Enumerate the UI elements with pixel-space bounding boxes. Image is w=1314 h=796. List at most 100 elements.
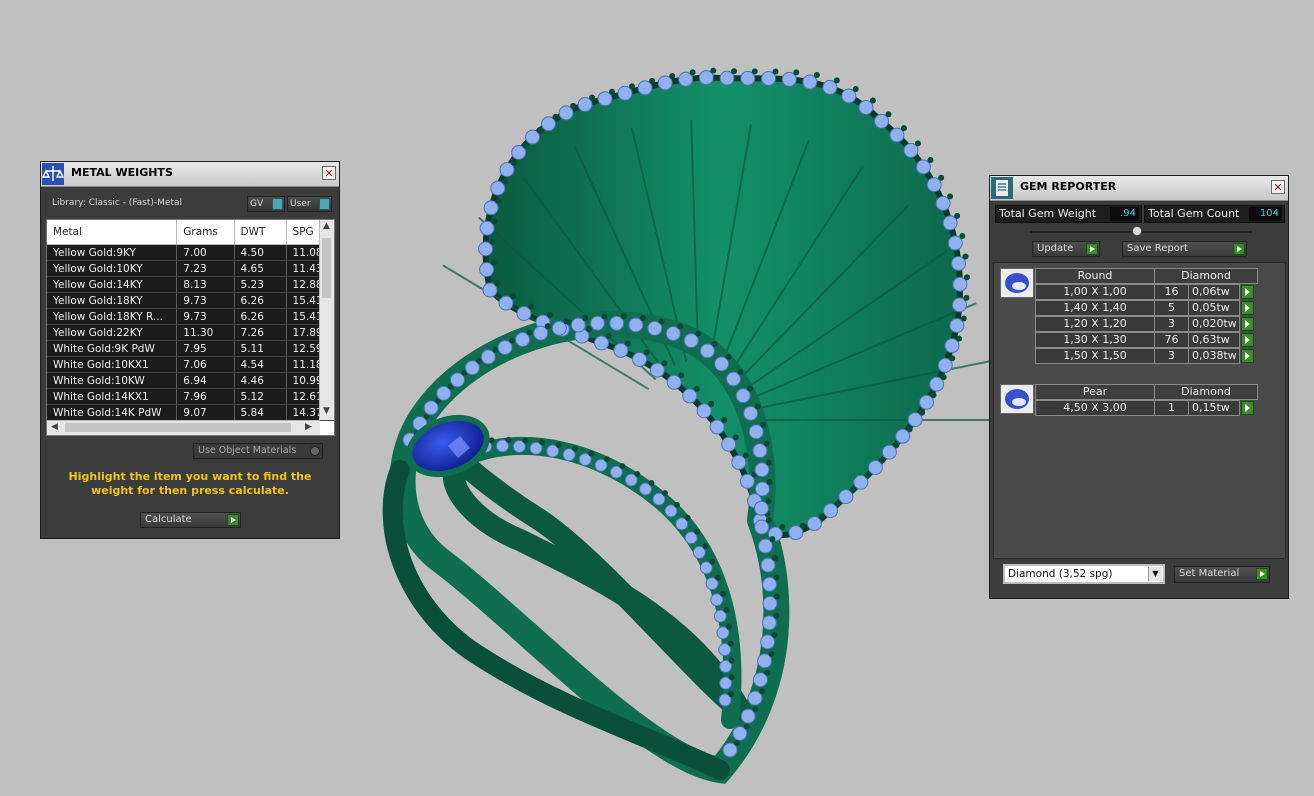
table-row[interactable]: White Gold:9K PdW 7.95 5.11 12.59 bbox=[47, 340, 334, 357]
column-header[interactable]: Grams bbox=[176, 220, 235, 245]
dwt-cell: 6.26 bbox=[234, 292, 287, 309]
prong bbox=[731, 68, 738, 75]
calculate-button[interactable]: Calculate bbox=[140, 512, 241, 528]
column-header[interactable]: DWT bbox=[234, 220, 287, 245]
close-icon[interactable]: ✕ bbox=[1271, 180, 1285, 194]
prong bbox=[570, 102, 577, 109]
prong bbox=[879, 457, 886, 464]
prong bbox=[754, 403, 761, 410]
table-row[interactable]: Yellow Gold:10KY 7.23 4.65 11.43 bbox=[47, 260, 334, 277]
total-gem-weight-label: Total Gem Weight bbox=[999, 207, 1097, 220]
gv-toggle[interactable]: GV bbox=[247, 196, 285, 212]
prong bbox=[963, 274, 970, 281]
select-gems-play-icon[interactable] bbox=[1241, 285, 1254, 299]
prong bbox=[864, 472, 871, 479]
gem-thumbnail-icon[interactable] bbox=[1000, 268, 1034, 298]
prong bbox=[526, 329, 533, 336]
dwt-cell: 5.12 bbox=[234, 388, 287, 405]
table-row[interactable]: Yellow Gold:18KY 9.73 6.26 15.41 bbox=[47, 292, 334, 309]
use-object-materials-label: Use Object Materials bbox=[198, 445, 297, 456]
metal-cell: Yellow Gold:22KY bbox=[47, 324, 178, 341]
prong bbox=[727, 640, 734, 647]
material-select[interactable]: Diamond (3,52 spg) ▼ bbox=[1003, 564, 1165, 584]
prong bbox=[914, 140, 921, 147]
grams-cell: 9.07 bbox=[176, 404, 235, 421]
prong bbox=[522, 437, 529, 444]
metal-weights-table[interactable]: Metal Grams DWT SPG Yellow Gold:9KY 7.00 4… bbox=[46, 219, 335, 436]
prong bbox=[649, 77, 656, 84]
close-icon[interactable]: ✕ bbox=[322, 166, 336, 180]
prong bbox=[930, 392, 937, 399]
prong bbox=[710, 67, 717, 74]
gem-reporter-titlebar[interactable]: GEM REPORTER ✕ bbox=[990, 176, 1288, 201]
gem-material-header: Diamond bbox=[1154, 384, 1258, 400]
select-gems-play-icon[interactable] bbox=[1241, 333, 1254, 347]
update-button[interactable]: Update bbox=[1032, 241, 1100, 257]
prong bbox=[582, 314, 589, 321]
prong bbox=[869, 97, 876, 104]
select-gems-play-icon[interactable] bbox=[1241, 401, 1254, 415]
scroll-down-icon[interactable]: ▼ bbox=[323, 406, 330, 416]
user-toggle[interactable]: User bbox=[287, 196, 332, 212]
scrollbar-thumb[interactable] bbox=[65, 423, 291, 432]
prong bbox=[677, 323, 684, 330]
table-row[interactable]: White Gold:10KX1 7.06 4.54 11.18 bbox=[47, 356, 334, 373]
use-object-materials-checkbox[interactable]: Use Object Materials bbox=[193, 443, 323, 459]
prong bbox=[588, 450, 595, 457]
splitter-handle[interactable] bbox=[1132, 226, 1142, 236]
prong bbox=[743, 723, 750, 730]
prong bbox=[764, 669, 771, 676]
dwt-cell: 4.65 bbox=[234, 260, 287, 277]
dwt-cell: 5.11 bbox=[234, 340, 287, 357]
metal-cell: White Gold:10KW bbox=[47, 372, 178, 389]
column-header[interactable]: Metal bbox=[47, 220, 178, 245]
table-row[interactable]: White Gold:10KW 6.94 4.46 10.99 bbox=[47, 372, 334, 389]
scroll-left-icon[interactable]: ◀ bbox=[51, 422, 58, 432]
prong bbox=[765, 459, 772, 466]
prong bbox=[940, 374, 947, 381]
prong bbox=[766, 478, 773, 485]
update-label: Update bbox=[1037, 243, 1074, 254]
horizontal-scrollbar[interactable]: ◀ ▶ bbox=[47, 420, 320, 435]
table-row[interactable]: Yellow Gold:22KY 11.30 7.26 17.89 bbox=[47, 324, 334, 341]
metal-weights-titlebar[interactable]: METAL WEIGHTS ✕ bbox=[41, 162, 339, 187]
set-material-button[interactable]: Set Material bbox=[1174, 566, 1270, 583]
prong bbox=[702, 543, 709, 550]
ring-fan-head bbox=[482, 74, 964, 538]
prong bbox=[765, 498, 772, 505]
prong bbox=[725, 623, 732, 630]
prong bbox=[772, 555, 779, 562]
table-row[interactable]: White Gold:14K PdW 9.07 5.84 14.37 bbox=[47, 404, 334, 421]
table-row[interactable]: Yellow Gold:9KY 7.00 4.50 11.08 bbox=[47, 244, 334, 261]
dwt-cell: 7.26 bbox=[234, 324, 287, 341]
scroll-up-icon[interactable]: ▲ bbox=[323, 221, 330, 231]
vertical-scrollbar[interactable]: ▲ ▼ bbox=[319, 220, 334, 420]
prong bbox=[505, 436, 512, 443]
gem-count-cell: 76 bbox=[1154, 332, 1189, 348]
prong bbox=[552, 113, 559, 120]
chevron-down-icon[interactable]: ▼ bbox=[1148, 567, 1162, 581]
table-row[interactable]: White Gold:14KX1 7.96 5.12 12.61 bbox=[47, 388, 334, 405]
prong bbox=[751, 68, 758, 75]
select-gems-play-icon[interactable] bbox=[1241, 301, 1254, 315]
gem-list[interactable]: Round Diamond 1,00 X 1,00 16 0,06tw 1,40 X 1,… bbox=[993, 262, 1286, 559]
select-gems-play-icon[interactable] bbox=[1241, 349, 1254, 363]
gem-weight-cell: 0,15tw bbox=[1188, 400, 1240, 416]
table-row[interactable]: Yellow Gold:14KY 8.13 5.23 12.88 bbox=[47, 276, 334, 293]
select-gems-play-icon[interactable] bbox=[1241, 317, 1254, 331]
table-header-row: Metal Grams DWT SPG bbox=[47, 220, 334, 245]
save-report-button[interactable]: Save Report bbox=[1122, 241, 1247, 257]
gem-weight-cell: 0,05tw bbox=[1188, 300, 1240, 316]
gem-thumbnail-icon[interactable] bbox=[1000, 384, 1034, 414]
prong bbox=[885, 111, 892, 118]
dwt-cell: 4.54 bbox=[234, 356, 287, 373]
dwt-cell: 4.50 bbox=[234, 244, 287, 261]
prong bbox=[605, 332, 612, 339]
metal-cell: White Gold:10KX1 bbox=[47, 356, 178, 373]
table-row[interactable]: Yellow Gold:18KY R... 9.73 6.26 15.41 bbox=[47, 308, 334, 325]
scrollbar-thumb[interactable] bbox=[322, 238, 331, 298]
grams-cell: 9.73 bbox=[176, 292, 235, 309]
scroll-right-icon[interactable]: ▶ bbox=[305, 422, 312, 432]
gem-weight-cell: 0,06tw bbox=[1188, 284, 1240, 300]
prong bbox=[693, 385, 700, 392]
